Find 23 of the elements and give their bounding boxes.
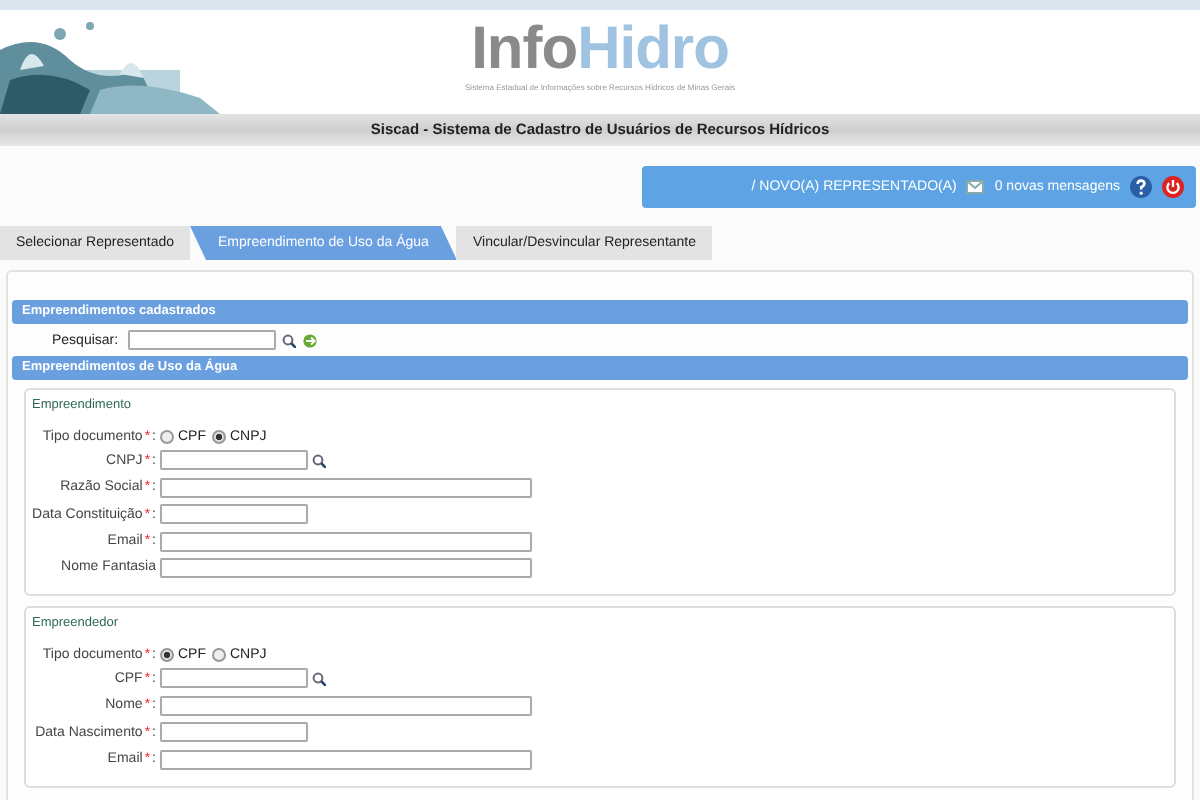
- help-icon[interactable]: [1130, 176, 1152, 198]
- radio-button[interactable]: [212, 647, 226, 662]
- power-icon[interactable]: [1162, 176, 1184, 198]
- input-field[interactable]: [160, 668, 308, 689]
- go-icon: [302, 331, 319, 349]
- input-field[interactable]: [160, 557, 532, 578]
- input-field[interactable]: [160, 695, 532, 716]
- envelope-icon: [966, 180, 985, 194]
- input-field[interactable]: [160, 531, 532, 552]
- logo-text: Hidro: [577, 16, 729, 82]
- radio-button[interactable]: [212, 430, 226, 444]
- input-field[interactable]: [160, 749, 532, 770]
- input-field[interactable]: [160, 450, 308, 471]
- search-icon: [282, 333, 297, 347]
- search-icon: [312, 671, 326, 686]
- search-field[interactable]: [128, 330, 277, 350]
- logo-text: Info: [471, 16, 578, 82]
- radio-button[interactable]: [160, 647, 174, 662]
- radio-button[interactable]: [160, 430, 174, 444]
- search-icon: [312, 453, 326, 468]
- input-field[interactable]: [160, 504, 308, 525]
- input-field[interactable]: [160, 477, 532, 498]
- input-field[interactable]: [160, 722, 308, 743]
